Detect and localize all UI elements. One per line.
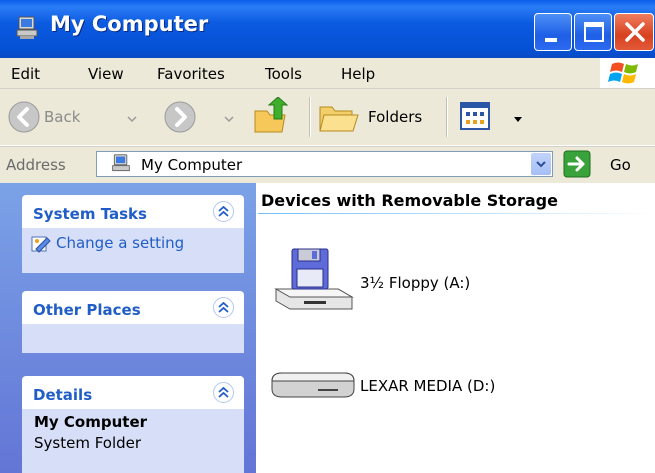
other-places-body (22, 324, 244, 353)
go-button-label[interactable]: Go (610, 156, 631, 174)
menu-tools[interactable]: Tools (265, 65, 302, 83)
minimize-icon (545, 38, 557, 42)
menu-edit[interactable]: Edit (11, 65, 40, 83)
details-header[interactable]: Details (22, 376, 244, 409)
details-title: Details (33, 386, 93, 404)
up-folder-icon[interactable] (252, 96, 292, 138)
floppy-drive-icon (268, 245, 354, 318)
change-setting-icon (30, 233, 52, 258)
close-icon (625, 22, 645, 42)
task-pane: System Tasks Change a setting Other Plac… (0, 183, 256, 473)
change-setting-link[interactable]: Change a setting (56, 234, 184, 252)
collapse-chevron-icon[interactable] (213, 297, 234, 318)
chevron-down-icon (536, 161, 546, 168)
menu-favorites[interactable]: Favorites (157, 65, 225, 83)
address-bar: Address My Computer Go (0, 146, 655, 184)
back-button-label[interactable]: Back (44, 108, 80, 126)
address-value: My Computer (141, 156, 243, 174)
forward-dropdown-icon[interactable] (224, 113, 234, 127)
back-icon[interactable] (8, 101, 40, 136)
device-label: LEXAR MEDIA (D:) (360, 377, 496, 395)
toolbar: Back Folders (0, 89, 655, 146)
toolbar-separator (446, 97, 448, 137)
system-tasks-title: System Tasks (33, 205, 147, 223)
system-tasks-body: Change a setting (22, 228, 244, 273)
maximize-icon (584, 22, 604, 42)
address-input[interactable]: My Computer (96, 151, 553, 177)
other-places-title: Other Places (33, 301, 141, 319)
views-dropdown-icon[interactable] (513, 113, 523, 127)
go-arrow-icon (563, 150, 591, 178)
windows-logo (600, 58, 655, 88)
device-lexar[interactable]: LEXAR MEDIA (D:) (268, 363, 548, 413)
folders-button-label[interactable]: Folders (368, 108, 422, 126)
details-item-type: System Folder (34, 434, 142, 452)
close-button[interactable] (614, 13, 654, 51)
menu-help[interactable]: Help (341, 65, 375, 83)
my-computer-icon (111, 154, 131, 177)
menu-view[interactable]: View (88, 65, 124, 83)
device-floppy[interactable]: 3½ Floppy (A:) (268, 245, 548, 315)
group-header: Devices with Removable Storage (261, 191, 558, 210)
collapse-chevron-icon[interactable] (213, 382, 234, 403)
back-dropdown-icon[interactable] (127, 113, 137, 127)
system-tasks-header[interactable]: System Tasks (22, 195, 244, 228)
address-dropdown-button[interactable] (531, 153, 551, 175)
forward-icon[interactable] (164, 101, 196, 136)
other-places-header[interactable]: Other Places (22, 291, 244, 324)
details-item-name: My Computer (34, 413, 148, 431)
details-body: My Computer System Folder (22, 409, 244, 473)
collapse-chevron-icon[interactable] (213, 201, 234, 222)
minimize-button[interactable] (534, 13, 572, 51)
folders-icon[interactable] (318, 99, 360, 138)
maximize-button[interactable] (574, 13, 612, 51)
group-divider (258, 213, 655, 214)
address-label: Address (6, 156, 66, 174)
title-bar[interactable]: My Computer (0, 0, 655, 58)
device-label: 3½ Floppy (A:) (360, 274, 471, 292)
window-title: My Computer (50, 12, 209, 36)
views-icon[interactable] (460, 102, 490, 133)
file-view: Devices with Removable Storage 3½ Floppy… (256, 183, 655, 473)
toolbar-separator (309, 97, 311, 137)
explorer-window: My Computer Edit View Favorites Tools He… (0, 0, 655, 473)
menu-bar: Edit View Favorites Tools Help (0, 58, 655, 89)
removable-disk-icon (268, 367, 358, 406)
my-computer-icon (16, 16, 38, 40)
